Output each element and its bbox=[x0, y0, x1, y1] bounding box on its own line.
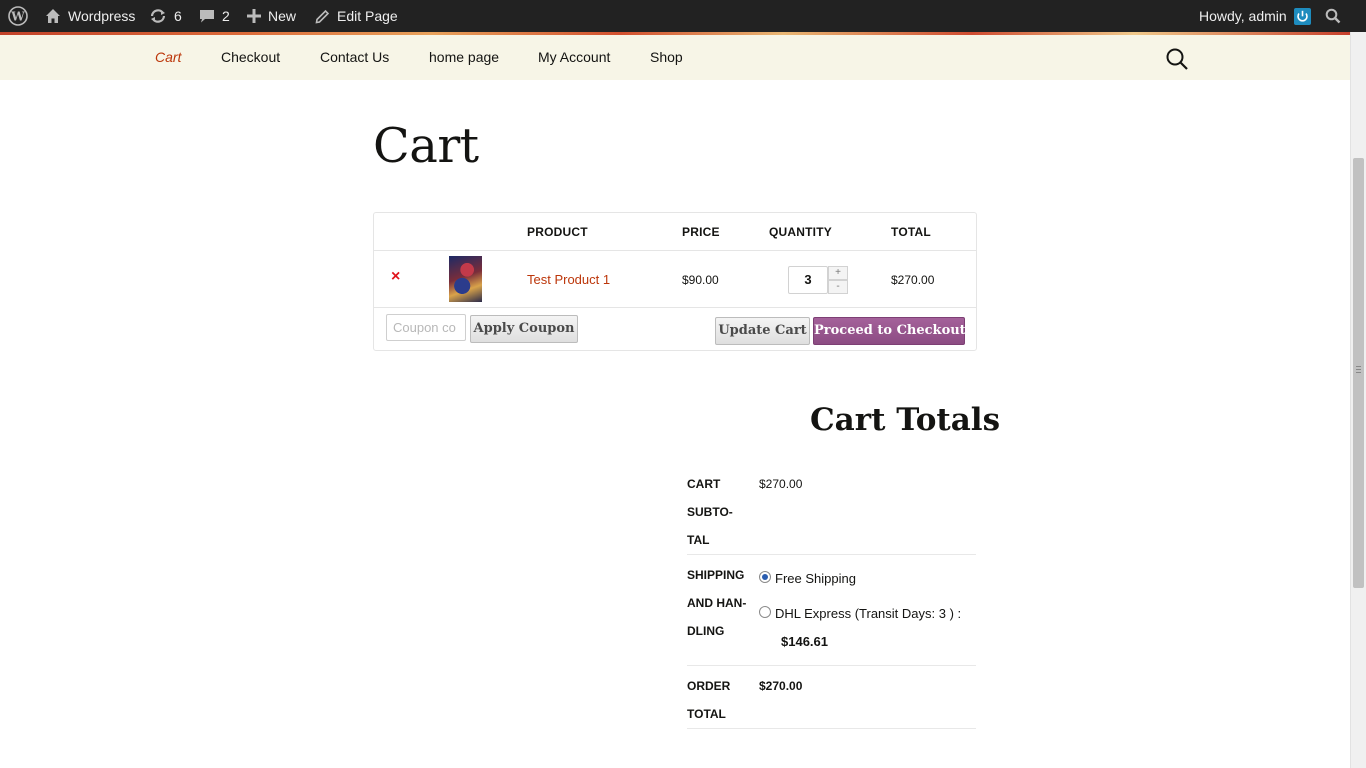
order-total-label: ORDER TOTAL bbox=[687, 672, 730, 728]
nav-item-cart[interactable]: Cart bbox=[155, 49, 181, 65]
dhl-express-radio[interactable] bbox=[759, 606, 771, 618]
product-name-link[interactable]: Test Product 1 bbox=[527, 272, 610, 287]
admin-search-icon[interactable] bbox=[1325, 0, 1341, 32]
free-shipping-radio[interactable] bbox=[759, 571, 771, 583]
page-title: Cart bbox=[373, 118, 479, 174]
nav-item-checkout[interactable]: Checkout bbox=[221, 49, 280, 65]
dhl-express-price: $146.61 bbox=[781, 634, 828, 649]
subtotal-label-line: SUBTO- bbox=[687, 505, 733, 519]
header-price: PRICE bbox=[682, 225, 720, 239]
order-total-divider bbox=[687, 728, 976, 729]
new-content-link[interactable]: New bbox=[247, 0, 296, 32]
order-total-value: $270.00 bbox=[759, 679, 803, 693]
updates-link[interactable]: 6 bbox=[149, 0, 182, 32]
my-account-link[interactable]: Howdy, admin bbox=[1199, 0, 1311, 32]
subtotal-label-line: CART bbox=[687, 477, 721, 491]
home-icon bbox=[46, 9, 60, 23]
subtotal-value: $270.00 bbox=[759, 477, 803, 491]
order-total-label-line: TOTAL bbox=[687, 707, 726, 721]
shipping-label: SHIPPING AND HAN- DLING bbox=[687, 561, 746, 645]
update-cart-button[interactable]: Update Cart bbox=[715, 317, 810, 345]
edit-page-label: Edit Page bbox=[337, 8, 398, 24]
avatar-power-icon bbox=[1293, 7, 1311, 25]
product-thumbnail[interactable] bbox=[449, 256, 482, 302]
item-total: $270.00 bbox=[891, 273, 935, 287]
svg-text:W: W bbox=[10, 10, 25, 24]
scrollbar-grip bbox=[1356, 366, 1361, 375]
greeting-label: Howdy, admin bbox=[1199, 8, 1287, 24]
remove-item-icon[interactable]: × bbox=[391, 269, 400, 285]
free-shipping-label[interactable]: Free Shipping bbox=[775, 571, 856, 586]
scrollbar-thumb[interactable] bbox=[1353, 158, 1364, 588]
nav-item-shop[interactable]: Shop bbox=[650, 49, 683, 65]
nav-item-home-page[interactable]: home page bbox=[429, 49, 499, 65]
new-label: New bbox=[268, 8, 297, 24]
comment-icon bbox=[200, 10, 214, 23]
edit-page-link[interactable]: Edit Page bbox=[315, 0, 398, 32]
plus-icon bbox=[247, 9, 261, 23]
nav-item-my-account[interactable]: My Account bbox=[538, 49, 610, 65]
header-quantity: QUANTITY bbox=[769, 225, 832, 239]
pencil-icon bbox=[315, 9, 330, 23]
shipping-divider bbox=[687, 665, 976, 666]
dhl-express-label[interactable]: DHL Express (Transit Days: 3 ) : bbox=[775, 606, 961, 621]
shipping-label-line: AND HAN- bbox=[687, 596, 747, 610]
wordpress-logo-icon[interactable]: W bbox=[8, 0, 28, 32]
admin-bar: W Wordpress 6 2 New Edit Page Howdy, adm… bbox=[0, 0, 1366, 32]
item-price: $90.00 bbox=[682, 273, 719, 287]
shipping-label-line: SHIPPING bbox=[687, 568, 745, 582]
proceed-to-checkout-button[interactable]: Proceed to Checkout bbox=[813, 317, 966, 345]
subtotal-label: CART SUBTO- TAL bbox=[687, 470, 733, 554]
cart-table: PRODUCT PRICE QUANTITY TOTAL × Test Prod… bbox=[373, 212, 977, 351]
page-scrollbar[interactable] bbox=[1350, 32, 1366, 768]
quantity-input[interactable]: 3 bbox=[788, 266, 828, 294]
updates-count: 6 bbox=[174, 8, 182, 24]
quantity-plus-button[interactable]: + bbox=[828, 266, 848, 280]
search-icon[interactable] bbox=[1165, 47, 1189, 71]
main-navigation: Cart Checkout Contact Us home page My Ac… bbox=[0, 32, 1350, 80]
site-name-link[interactable]: Wordpress bbox=[45, 0, 135, 32]
cart-totals-title: Cart Totals bbox=[810, 402, 1001, 438]
apply-coupon-button[interactable]: Apply Coupon bbox=[470, 315, 578, 343]
order-total-label-line: ORDER bbox=[687, 679, 731, 693]
shipping-label-line: DLING bbox=[687, 624, 725, 638]
header-divider bbox=[374, 250, 976, 251]
item-divider bbox=[374, 307, 976, 308]
comments-count: 2 bbox=[222, 8, 230, 24]
site-name-label: Wordpress bbox=[68, 8, 136, 24]
subtotal-label-line: TAL bbox=[687, 533, 710, 547]
subtotal-divider bbox=[687, 554, 976, 555]
nav-item-contact-us[interactable]: Contact Us bbox=[320, 49, 389, 65]
header-total: TOTAL bbox=[891, 225, 931, 239]
header-stripe bbox=[0, 32, 1350, 35]
quantity-minus-button[interactable]: - bbox=[828, 280, 848, 294]
header-product: PRODUCT bbox=[527, 225, 588, 239]
comments-link[interactable]: 2 bbox=[199, 0, 230, 32]
updates-icon bbox=[150, 9, 166, 23]
coupon-input[interactable]: Coupon co bbox=[386, 314, 466, 341]
